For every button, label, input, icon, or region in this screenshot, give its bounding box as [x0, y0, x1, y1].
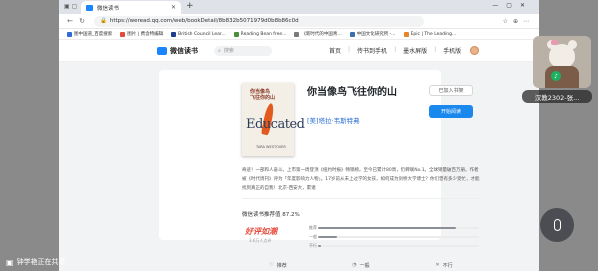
avatar[interactable]	[470, 46, 480, 55]
browser-window: ▣ ▢ 微信读书 ✕ + —▢✕ ← ↻ 🔒 https://weread.qq…	[59, 0, 539, 271]
rating-bar-track	[318, 244, 479, 247]
share-text: 钟学艳正在共享	[16, 258, 66, 266]
bookmark-item[interactable]: 《新时代的中国青...	[294, 31, 342, 37]
microphone-button[interactable]	[540, 208, 574, 242]
nav-send-to-phone[interactable]: 传书到手机	[357, 46, 387, 55]
rating-bar-fill	[318, 235, 338, 238]
divider	[242, 198, 480, 199]
bookmark-item[interactable]: 图中国道_百度搜索	[67, 31, 112, 37]
nav-home[interactable]: 首页	[329, 46, 341, 55]
rating-bar-track	[318, 226, 479, 229]
bookmark-item[interactable]: British Council Lear...	[171, 31, 226, 37]
rating-bars: 推荐 一般 不行	[309, 223, 479, 250]
bookmark-item[interactable]: 图片 | 费含特编辑	[120, 31, 163, 37]
cover-author: TARA WESTOVER	[256, 145, 286, 149]
rating-bar-row: 推荐	[309, 223, 479, 232]
cover-title-cn: 你当像鸟 飞往你的山	[250, 89, 276, 101]
rating-count: 3.6万人点评	[249, 238, 272, 243]
thumbs-up-icon: ♡	[269, 262, 274, 268]
rating-actions: ♡ 推荐 ◔ 一般 ✕ 不行	[242, 258, 480, 271]
participant-video-tile[interactable]	[533, 36, 591, 88]
lock-icon: 🔒	[100, 18, 107, 24]
bookmark-favicon-icon	[120, 31, 126, 37]
book-intro: 奇迹！一部和人奋斗。上市第一周登顶《纽约时报》畅销榜。至今已累计80周，仍蝉联N…	[242, 168, 480, 191]
rating-badge: 好评如潮	[245, 227, 277, 236]
rating-title: 微信读书推荐值 87.2%	[242, 212, 300, 218]
bookmark-favicon-icon	[233, 31, 239, 37]
weread-page: 微信读书 ⌕ 搜索 首页 | 传书到手机 | 墨水屏版 | 手机版 你当像鸟 飞往你的…	[59, 40, 539, 271]
bookmark-favicon-icon	[67, 31, 72, 37]
weread-favicon-icon	[86, 4, 93, 11]
bookmark-item[interactable]: 中国文化研究所 -...	[349, 31, 396, 37]
back-icon[interactable]: ←	[64, 17, 76, 25]
browser-toolbar-icons[interactable]: ☆⊕⋯	[503, 18, 534, 25]
cover-title-en: Educated	[246, 117, 305, 132]
rating-bar-fill	[318, 244, 322, 247]
thumbs-down-icon: ✕	[435, 262, 440, 268]
bookmark-favicon-icon	[294, 31, 300, 37]
rating-bar-label: 不行	[309, 242, 317, 248]
bookmark-item[interactable]: Epic | The Leading...	[403, 31, 456, 37]
neutral-button[interactable]: ◔ 一般	[325, 258, 397, 271]
rating-bar-label: 推荐	[309, 224, 317, 230]
site-nav: 首页 | 传书到手机 | 墨水屏版 | 手机版	[329, 46, 462, 55]
nav-mobile[interactable]: 手机版	[443, 46, 461, 55]
address-bar-row: ← ↻ 🔒 https://weread.qq.com/web/bookDeta…	[59, 14, 539, 29]
site-header: 微信读书 ⌕ 搜索 首页 | 传书到手机 | 墨水屏版 | 手机版	[59, 40, 539, 62]
nav-eink[interactable]: 墨水屏版	[403, 46, 427, 55]
recommend-button[interactable]: ♡ 推荐	[242, 258, 314, 271]
tab-title: 微信读书	[97, 5, 120, 12]
bookmark-favicon-icon	[403, 31, 409, 37]
participant-name: 汉教2302-张...	[522, 90, 592, 103]
book-detail-card: 你当像鸟 飞往你的山 Educated TARA WESTOVER 你当像鸟飞往…	[159, 70, 480, 271]
start-reading-button[interactable]: 开始阅读	[429, 105, 473, 118]
rating-bar-fill	[318, 226, 457, 229]
neutral-icon: ◔	[352, 262, 357, 268]
bookmark-favicon-icon	[171, 31, 177, 37]
window-controls[interactable]: —▢✕	[492, 2, 533, 9]
close-tab-icon[interactable]: ✕	[171, 4, 176, 11]
search-placeholder: 搜索	[223, 48, 234, 54]
rating-bar-track	[318, 235, 479, 238]
weread-logo-icon	[157, 46, 167, 55]
search-icon: ⌕	[218, 47, 221, 54]
tab-actions-icon[interactable]: ▣ ▢	[64, 3, 77, 10]
rating-bar-label: 一般	[309, 233, 317, 239]
refresh-icon[interactable]: ↻	[76, 17, 88, 25]
url-field[interactable]: 🔒 https://weread.qq.com/web/bookDetail/8…	[94, 15, 424, 27]
screen-share-indicator: ▣ 钟学艳正在共享	[0, 253, 66, 271]
book-author-link[interactable]: [美]塔拉·韦斯特弗	[307, 115, 360, 125]
bookmark-favicon-icon	[349, 31, 355, 37]
search-input[interactable]: ⌕ 搜索	[214, 45, 272, 56]
rating-bar-row: 不行	[309, 241, 479, 250]
weread-logo[interactable]: 微信读书	[157, 46, 198, 56]
rating-bar-row: 一般	[309, 232, 479, 241]
browser-tab[interactable]: 微信读书 ✕	[81, 1, 181, 14]
microphone-icon	[553, 219, 561, 231]
mic-active-icon: ♪	[551, 71, 561, 81]
book-cover: 你当像鸟 飞往你的山 Educated TARA WESTOVER	[242, 83, 305, 156]
share-screen-icon: ▣	[6, 257, 14, 267]
logo-text: 微信读书	[170, 46, 198, 55]
bookmark-item[interactable]: Reading Bean free...	[233, 31, 286, 37]
add-to-shelf-button[interactable]: 已加入书架	[429, 85, 473, 96]
bookmarks-bar: 图中国道_百度搜索 图片 | 费含特编辑 British Council Lear.…	[59, 29, 539, 40]
book-title: 你当像鸟飞往你的山	[307, 87, 397, 98]
tab-bar: ▣ ▢ 微信读书 ✕ + —▢✕	[59, 0, 539, 14]
url-text: https://weread.qq.com/web/bookDetail/8b8…	[109, 18, 299, 24]
dislike-button[interactable]: ✕ 不行	[408, 258, 480, 271]
new-tab-icon[interactable]: +	[186, 1, 194, 11]
